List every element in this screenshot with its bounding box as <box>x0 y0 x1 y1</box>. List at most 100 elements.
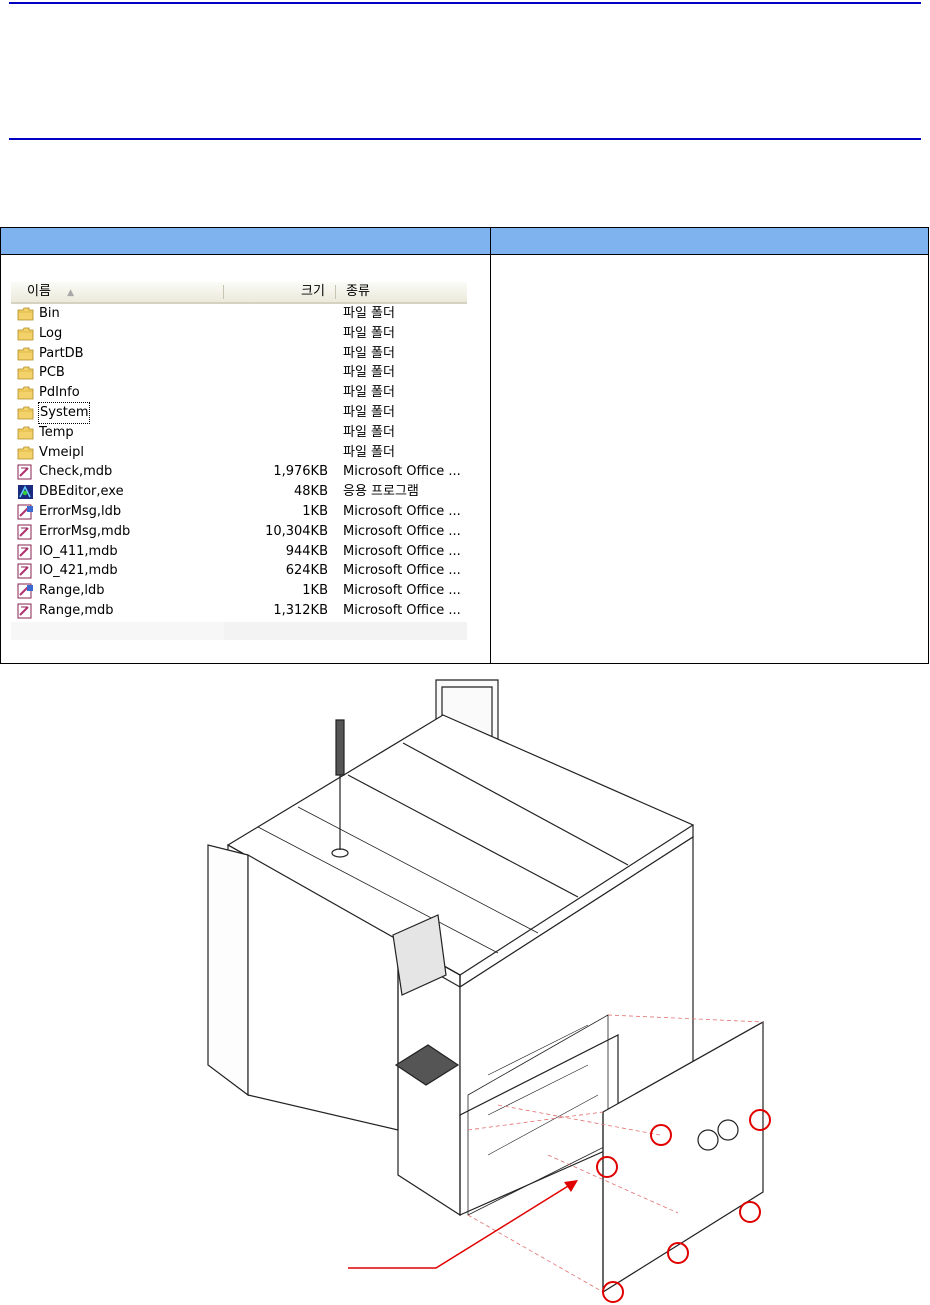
explorer-footer-left <box>11 622 224 640</box>
file-name: Range,ldb <box>39 583 105 599</box>
file-type: 응용 프로그램 <box>343 484 419 500</box>
file-size <box>224 304 328 324</box>
folder-icon <box>17 405 34 421</box>
application-icon <box>17 484 34 500</box>
file-row[interactable]: DBEditor,exe 48KB 응용 프로그램 <box>11 482 467 502</box>
column-separator[interactable] <box>223 285 224 299</box>
access-db-icon <box>17 563 34 579</box>
file-name: Vmeipl <box>39 444 85 460</box>
screw-circle <box>667 1242 689 1264</box>
column-header-bar: 이름 ▲ 크기 종류 <box>11 282 467 304</box>
file-type: 파일 폴더 <box>343 325 395 341</box>
file-name: Bin <box>39 306 60 321</box>
file-row[interactable]: Temp 파일 폴더 <box>11 423 467 443</box>
column-name-label: 이름 <box>27 284 51 299</box>
file-size <box>224 423 328 443</box>
column-separator[interactable] <box>335 285 336 299</box>
file-name: IO_411,mdb <box>39 543 118 559</box>
top-rule <box>9 2 921 4</box>
file-row[interactable]: PartDB 파일 폴더 <box>11 344 467 364</box>
sort-ascending-icon: ▲ <box>67 288 74 298</box>
file-size: 1KB <box>302 504 328 519</box>
file-name: ErrorMsg,mdb <box>39 523 131 539</box>
folder-icon <box>17 425 34 441</box>
file-row[interactable]: Log 파일 폴더 <box>11 324 467 344</box>
file-type: 파일 폴더 <box>343 306 395 321</box>
file-name: Range,mdb <box>39 603 114 618</box>
file-row[interactable]: PCB 파일 폴더 <box>11 363 467 383</box>
file-size: 624KB <box>285 563 328 579</box>
file-type: 파일 폴더 <box>343 444 395 460</box>
file-size: 10,304KB <box>265 523 328 539</box>
access-db-icon <box>17 464 34 480</box>
file-size <box>224 324 328 344</box>
explorer-footer-right <box>224 622 467 640</box>
file-size <box>224 403 328 423</box>
file-name: Check,mdb <box>39 464 113 480</box>
second-rule <box>9 138 921 140</box>
screw-circle <box>739 1201 761 1223</box>
callout-arrow <box>348 1180 578 1269</box>
file-type: Microsoft Office ... <box>343 543 461 559</box>
file-type: 파일 폴더 <box>343 365 395 381</box>
folder-icon <box>17 346 34 362</box>
file-name: PdInfo <box>39 385 80 401</box>
access-db-icon <box>17 524 34 540</box>
file-name: ErrorMsg,ldb <box>39 504 122 519</box>
file-size <box>224 344 328 364</box>
file-name: Temp <box>39 424 74 440</box>
file-name: PCB <box>39 365 65 381</box>
file-size: 1,312KB <box>273 603 328 618</box>
file-row[interactable]: System 파일 폴더 <box>11 402 467 424</box>
column-header-type[interactable]: 종류 <box>346 282 370 302</box>
file-size <box>224 443 328 463</box>
file-size <box>224 363 328 383</box>
file-name: System <box>37 402 91 424</box>
machine-drawing <box>207 679 771 1303</box>
file-type: 파일 폴더 <box>343 345 395 361</box>
folder-icon <box>17 306 34 322</box>
file-type: Microsoft Office ... <box>343 504 461 519</box>
column-header-name[interactable]: 이름 ▲ <box>27 282 74 302</box>
table-header-row <box>1 228 928 255</box>
access-db-icon <box>17 603 34 619</box>
file-row[interactable]: Bin 파일 폴더 <box>11 304 467 324</box>
access-db-icon <box>17 544 34 560</box>
file-row[interactable]: PdInfo 파일 폴더 <box>11 383 467 403</box>
file-name: PartDB <box>39 345 84 361</box>
file-row[interactable]: Range,ldb 1KB Microsoft Office ... <box>11 581 467 601</box>
file-explorer-list: 이름 ▲ 크기 종류 Bin 파일 폴더 Log 파일 폴더 PartDB 파일 폴더 PC… <box>11 282 467 640</box>
folder-icon <box>17 365 34 381</box>
file-size: 1KB <box>302 583 328 599</box>
file-size: 944KB <box>285 543 328 559</box>
file-size: 1,976KB <box>273 464 328 480</box>
file-row[interactable]: ErrorMsg,mdb 10,304KB Microsoft Office ... <box>11 522 467 542</box>
file-row[interactable]: IO_411,mdb 944KB Microsoft Office ... <box>11 542 467 562</box>
access-lock-icon <box>17 504 34 520</box>
file-type: Microsoft Office ... <box>343 523 461 539</box>
file-row[interactable]: Check,mdb 1,976KB Microsoft Office ... <box>11 462 467 482</box>
column-size-label: 크기 <box>301 284 325 299</box>
file-size <box>224 383 328 403</box>
machine-outline <box>207 679 764 1294</box>
column-type-label: 종류 <box>346 284 370 299</box>
file-type: 파일 폴더 <box>343 385 395 401</box>
file-type: Microsoft Office ... <box>343 583 461 599</box>
file-type: 파일 폴더 <box>343 405 395 420</box>
file-row[interactable]: Range,mdb 1,312KB Microsoft Office ... <box>11 601 467 621</box>
file-row[interactable]: IO_421,mdb 624KB Microsoft Office ... <box>11 561 467 581</box>
folder-icon <box>17 445 34 461</box>
column-header-size[interactable]: 크기 <box>301 282 325 302</box>
file-name: DBEditor,exe <box>39 484 124 500</box>
file-row[interactable]: ErrorMsg,ldb 1KB Microsoft Office ... <box>11 502 467 522</box>
table-column-divider <box>490 228 491 663</box>
file-type: 파일 폴더 <box>343 424 395 440</box>
file-name: Log <box>39 325 63 341</box>
access-lock-icon <box>17 583 34 599</box>
file-type: Microsoft Office ... <box>343 603 461 618</box>
file-type: Microsoft Office ... <box>343 464 461 480</box>
file-name: IO_421,mdb <box>39 563 118 579</box>
file-type: Microsoft Office ... <box>343 563 461 579</box>
file-row[interactable]: Vmeipl 파일 폴더 <box>11 443 467 463</box>
file-size: 48KB <box>294 484 328 500</box>
